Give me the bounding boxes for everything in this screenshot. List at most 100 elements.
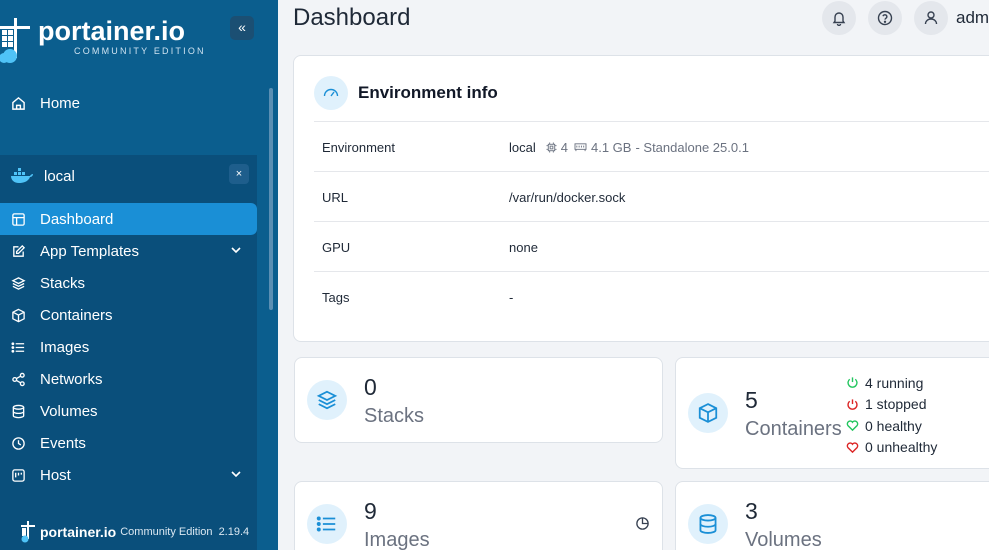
sidebar-item-networks[interactable]: Networks [0,363,257,395]
environment-name: local [44,167,75,185]
docker-icon [10,168,34,184]
environment-nav: Dashboard App Templates Stacks Container… [0,203,257,491]
info-key: Tags [322,290,350,305]
layers-icon [307,380,347,420]
collapse-sidebar-button[interactable]: « [230,16,254,40]
unhealthy-state: 0 unhealthy [846,437,937,459]
environment-info-header: Environment info [314,76,498,110]
cpu-icon [546,142,557,153]
heart-icon [846,442,859,453]
footer-edition: Community Edition [120,526,213,538]
user-name[interactable]: admin [956,8,989,28]
box-icon [10,307,26,323]
environment-name-value: local [509,140,536,155]
info-value: /var/run/docker.sock [509,190,626,205]
brand-edition: COMMUNITY EDITION [74,46,206,56]
edit-icon [10,243,26,259]
sidebar-scrollbar[interactable] [269,88,273,310]
sidebar-footer: portainer.io Community Edition 2.19.4 [0,518,278,546]
stacks-label: Stacks [364,405,425,427]
sidebar-item-label: Networks [40,370,103,388]
cpu-count: 4 [560,140,568,155]
home-icon [10,95,26,111]
footer-version: 2.19.4 [218,526,250,538]
container-states: 4 running 1 stopped 0 healthy 0 unhealth… [846,372,937,458]
clock-icon [10,435,26,451]
containers-card[interactable]: 5 Containers 4 running 1 stopped 0 healt… [675,357,989,469]
pie-chart-icon[interactable] [635,516,650,531]
dashboard-icon [10,211,26,227]
environment-header[interactable]: local × [0,163,257,189]
environment-type: - Standalone 25.0.1 [635,140,749,155]
environment-panel: local × Dashboard App Templates Stacks C… [0,155,257,550]
share-icon [10,371,26,387]
sidebar-item-dashboard[interactable]: Dashboard [0,203,257,235]
close-environment-button[interactable]: × [229,164,249,184]
database-icon [10,403,26,419]
stacks-count: 0 [364,374,377,400]
chevron-down-icon[interactable] [229,467,243,486]
user-icon [924,11,938,25]
sidebar-item-label: Volumes [40,402,98,420]
power-icon [847,377,858,389]
sidebar-item-label: Events [40,434,86,452]
sidebar-item-containers[interactable]: Containers [0,299,257,331]
info-value: - [509,290,514,305]
volumes-label: Volumes [745,529,822,550]
memory-size: 4.1 GB [590,140,632,155]
volumes-card[interactable]: 3 Volumes [675,481,989,550]
images-card[interactable]: 9 Images [294,481,663,550]
box-icon [688,393,728,433]
info-row-gpu: GPU none [314,221,989,271]
notifications-button[interactable] [822,1,856,35]
gauge-icon [314,76,348,110]
info-value: local 4 4.1 GB - Standalone 25.0.1 [509,140,749,155]
chevron-down-icon[interactable] [229,243,243,262]
memory-icon [574,143,587,152]
running-state: 4 running [846,372,937,394]
user-menu-button[interactable] [914,1,948,35]
info-row-url: URL /var/run/docker.sock [314,171,989,221]
info-key: GPU [322,240,351,255]
sidebar-item-label: Containers [40,306,113,324]
database-icon [688,504,728,544]
help-button[interactable] [868,1,902,35]
layers-icon [10,275,26,291]
info-key: Environment [322,140,395,155]
info-key: URL [322,190,349,205]
sidebar-item-label: Dashboard [40,210,114,228]
containers-count: 5 [745,387,758,413]
bell-icon [832,12,846,26]
sidebar-item-volumes[interactable]: Volumes [0,395,257,427]
list-icon [10,339,26,355]
sidebar-item-label: Home [40,94,81,112]
portainer-logo-icon [0,18,30,63]
environment-info-card: Environment info Environment local 4 4.1… [293,55,989,342]
sidebar-item-label: Images [40,338,90,356]
help-icon [877,10,893,26]
card-title: Environment info [358,83,498,102]
sidebar-item-stacks[interactable]: Stacks [0,267,257,299]
images-label: Images [364,529,430,550]
stopped-state: 1 stopped [846,394,937,416]
sidebar-item-host[interactable]: Host [0,459,257,491]
list-icon [307,504,347,544]
sidebar-item-label: Host [40,466,71,484]
sidebar-item-app-templates[interactable]: App Templates [0,235,257,267]
heart-icon [846,420,859,432]
info-row-environment: Environment local 4 4.1 GB - Standalone … [314,121,989,171]
containers-label: Containers [745,418,842,440]
info-row-tags: Tags - [314,271,989,321]
sidebar-item-images[interactable]: Images [0,331,257,363]
page-title: Dashboard [293,4,411,31]
portainer-logo-icon [21,521,35,543]
host-icon [10,467,26,483]
stacks-card[interactable]: 0 Stacks [294,357,663,443]
sidebar-item-events[interactable]: Events [0,427,257,459]
sidebar-item-home[interactable]: Home [0,88,257,118]
images-count: 9 [364,498,377,524]
power-icon [847,399,858,410]
footer-brand: portainer.io [40,524,117,540]
volumes-count: 3 [745,498,758,524]
brand-name: portainer.io [38,16,186,46]
